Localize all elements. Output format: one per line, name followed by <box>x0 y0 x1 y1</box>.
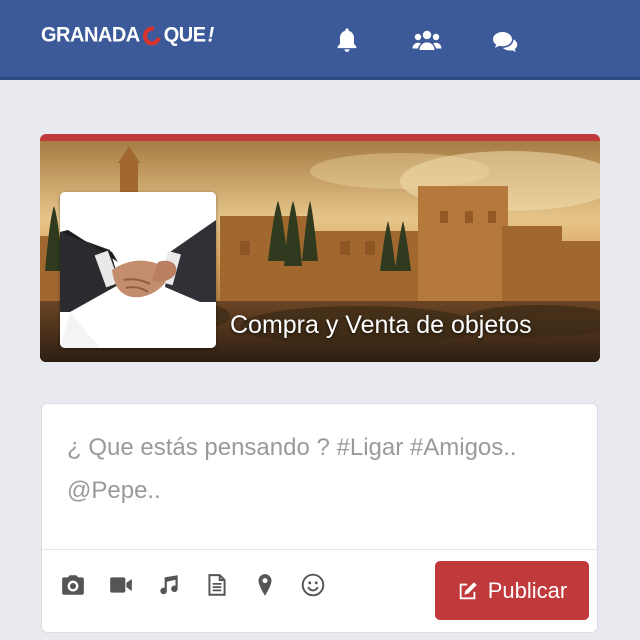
top-bar: GRANADA QUE ! <box>0 0 640 80</box>
publish-label: Publicar <box>487 577 568 603</box>
location-icon[interactable] <box>252 572 278 598</box>
logo-exclamation: ! <box>207 23 215 47</box>
group-avatar[interactable] <box>60 192 216 348</box>
post-composer: Publicar <box>41 403 598 633</box>
logo-text-right: QUE <box>163 23 206 47</box>
edit-icon <box>459 581 477 599</box>
camera-icon[interactable] <box>60 572 86 598</box>
composer-toolbar <box>60 572 348 598</box>
smiley-icon[interactable] <box>300 572 326 598</box>
logo-mark-icon <box>139 22 165 49</box>
messages-chat-icon[interactable] <box>492 28 518 56</box>
logo-text-left: GRANADA <box>41 23 140 47</box>
handshake-photo-icon <box>60 192 216 348</box>
publish-button[interactable]: Publicar <box>435 561 589 620</box>
document-icon[interactable] <box>204 572 230 598</box>
app-logo[interactable]: GRANADA QUE ! <box>41 22 215 49</box>
post-input[interactable] <box>42 404 597 549</box>
notifications-bell-icon[interactable] <box>333 26 361 54</box>
group-title: Compra y Venta de objetos <box>230 311 532 339</box>
music-icon[interactable] <box>156 572 182 598</box>
composer-divider <box>42 549 597 550</box>
video-icon[interactable] <box>108 572 134 598</box>
friends-people-icon[interactable] <box>412 27 442 55</box>
